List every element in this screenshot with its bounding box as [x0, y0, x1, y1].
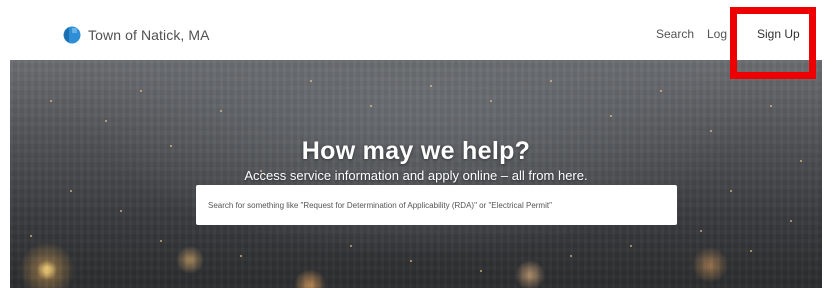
hero-title: How may we help? [301, 136, 531, 165]
search-box [196, 185, 677, 225]
nav-login-link[interactable]: Log In [707, 27, 727, 41]
brand-name: Town of Natick, MA [88, 27, 210, 43]
site-header: Town of Natick, MA Search Log In Sign Up [0, 0, 833, 60]
search-input[interactable] [208, 200, 665, 210]
nav-search-link[interactable]: Search [656, 27, 694, 41]
hero-subtitle: Access service information and apply onl… [244, 168, 588, 183]
nav-signup-link[interactable]: Sign Up [757, 27, 800, 41]
brand-link[interactable]: Town of Natick, MA [63, 26, 210, 44]
town-logo-icon [63, 26, 81, 44]
hero-banner: How may we help? Access service informat… [10, 60, 822, 288]
page: Town of Natick, MA Search Log In Sign Up [0, 0, 833, 288]
